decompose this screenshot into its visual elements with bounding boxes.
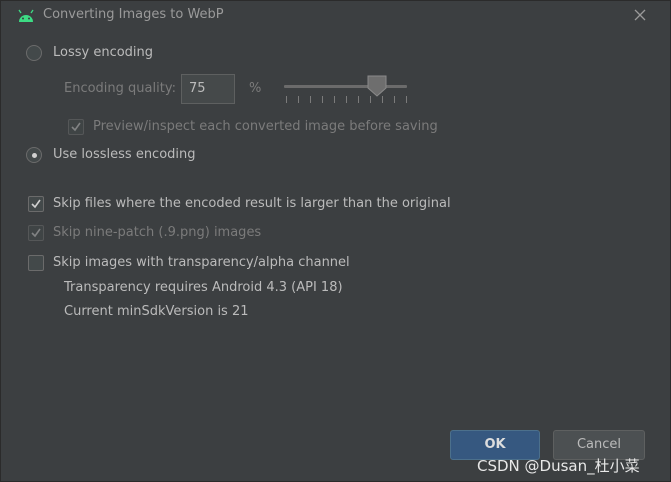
slider-tick — [358, 96, 359, 103]
watermark: CSDN @Dusan_杜小菜 — [477, 457, 640, 475]
slider-tick — [406, 96, 407, 103]
close-icon[interactable] — [632, 7, 648, 23]
lossy-encoding-label[interactable]: Lossy encoding — [53, 45, 153, 60]
quality-slider-thumb[interactable] — [367, 75, 387, 97]
skip-alpha-checkbox[interactable] — [28, 255, 44, 271]
preview-label: Preview/inspect each converted image bef… — [93, 119, 438, 134]
slider-tick — [298, 96, 299, 103]
preview-checkbox[interactable] — [68, 119, 84, 135]
android-icon — [18, 9, 34, 22]
title-bar[interactable]: Converting Images to WebP — [1, 1, 670, 31]
lossless-encoding-label[interactable]: Use lossless encoding — [53, 147, 196, 162]
slider-tick — [382, 96, 383, 103]
slider-tick — [322, 96, 323, 103]
skip-larger-checkbox[interactable] — [28, 196, 44, 212]
slider-tick — [346, 96, 347, 103]
slider-tick — [334, 96, 335, 103]
encoding-quality-label: Encoding quality: — [64, 81, 176, 96]
lossy-encoding-radio[interactable] — [26, 45, 42, 61]
quality-slider-track[interactable] — [284, 85, 407, 88]
skip-ninepatch-checkbox[interactable] — [28, 225, 44, 241]
slider-tick — [286, 96, 287, 103]
skip-larger-label[interactable]: Skip files where the encoded result is l… — [53, 196, 451, 211]
slider-tick — [370, 96, 371, 103]
encoding-quality-input[interactable]: 75 — [181, 74, 235, 104]
webp-conversion-dialog: Converting Images to WebP Lossy encoding… — [0, 0, 671, 482]
skip-ninepatch-label: Skip nine-patch (.9.png) images — [53, 225, 262, 240]
slider-tick — [394, 96, 395, 103]
min-sdk-note: Current minSdkVersion is 21 — [64, 304, 249, 319]
dialog-title: Converting Images to WebP — [43, 7, 224, 22]
transparency-note: Transparency requires Android 4.3 (API 1… — [64, 280, 343, 295]
skip-alpha-label[interactable]: Skip images with transparency/alpha chan… — [53, 255, 350, 270]
quality-unit-label: % — [249, 81, 262, 96]
lossless-encoding-radio[interactable] — [26, 147, 42, 163]
slider-tick — [310, 96, 311, 103]
